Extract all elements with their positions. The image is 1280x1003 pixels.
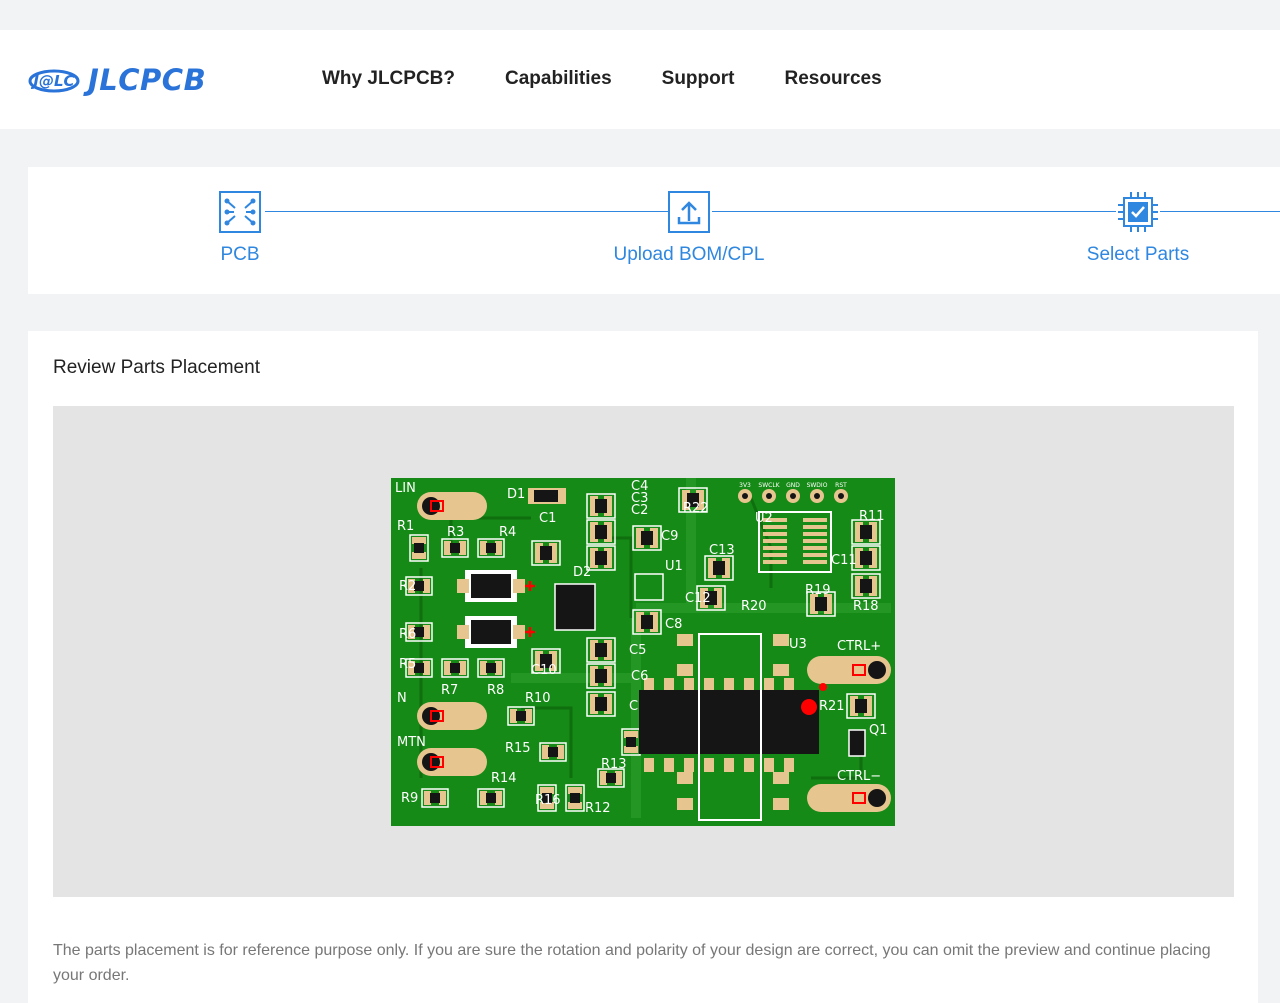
nav-support[interactable]: Support [662, 68, 735, 90]
ref-designator: U2 [755, 511, 773, 526]
ref-designator: C8 [665, 617, 682, 632]
header-label: SWCLK [758, 482, 780, 489]
jlc-badge-icon: J@LC [28, 69, 80, 93]
ref-designator: R4 [499, 525, 516, 540]
ref-designator: R21 [819, 699, 845, 714]
ref-designator: R3 [447, 525, 464, 540]
ref-designator: C13 [709, 543, 735, 558]
step-label-upload: Upload BOM/CPL [613, 244, 765, 265]
header-label: GND [786, 482, 800, 489]
ref-designator: Q1 [869, 723, 888, 738]
ref-designator: R12 [585, 801, 611, 816]
ref-designator: C12 [685, 591, 711, 606]
ref-designator: C6 [631, 669, 648, 684]
ref-designator: CTRL− [837, 769, 881, 784]
ref-designator: R5 [399, 657, 416, 672]
step-pcb[interactable]: PCB [140, 191, 340, 266]
panel-title: Review Parts Placement [53, 357, 260, 378]
step-upload-bom-cpl[interactable]: Upload BOM/CPL [589, 191, 789, 266]
connector-pad [807, 784, 891, 812]
ref-designator: R19 [805, 583, 831, 598]
pcb-icon [219, 191, 261, 233]
ref-designator: R7 [441, 683, 458, 698]
placement-preview[interactable]: LIN D1 C4 C3 C2 R22 U2 R11 R1 R3 R4 C1 C9 C13 C11 R2 D2 U… [53, 406, 1234, 897]
ref-designator: R15 [505, 741, 531, 756]
ref-designator: R6 [399, 627, 416, 642]
ref-designator: U1 [665, 559, 683, 574]
step-select-parts[interactable]: Select Parts [1038, 191, 1238, 266]
diode-d1-body [534, 490, 558, 502]
nav-why-jlcpcb[interactable]: Why JLCPCB? [322, 68, 455, 90]
nav-capabilities[interactable]: Capabilities [505, 68, 612, 90]
review-parts-panel: Review Parts Placement LIN D1 C4 C3 C2 R22 U2 R… [28, 331, 1258, 1003]
ref-designator: R14 [491, 771, 517, 786]
header-label: 3V3 [739, 482, 751, 489]
ref-designator: C9 [661, 529, 678, 544]
ref-designator: R1 [397, 519, 414, 534]
pcb-board-render[interactable]: LIN D1C4C3C2 R22U2 R11R1 R3 R4C1C9C13C11R2D2 U… [391, 478, 895, 826]
ref-designator: U3 [789, 637, 807, 652]
connector-pad [417, 492, 487, 520]
q1 [848, 729, 866, 757]
ref-designator: C10 [531, 663, 557, 678]
top-navigation-bar: J@LC JLCPCB Why JLCPCB? Capabilities Sup… [0, 30, 1280, 129]
header-label: SWDIO [807, 482, 828, 489]
upload-icon [668, 191, 710, 233]
ref-designator: R16 [535, 793, 561, 808]
ref-designator: R2 [399, 579, 416, 594]
ref-designator: N [397, 691, 407, 706]
ref-designator: C5 [629, 643, 646, 658]
sot-d2 [554, 583, 596, 631]
pin1-marker [801, 699, 817, 715]
logo-text: JLCPCB [88, 63, 207, 97]
ref-designator: C11 [831, 553, 857, 568]
ref-designator: LIN [395, 481, 416, 496]
ref-designator: MTN [397, 735, 426, 750]
ref-designator: C2 [631, 503, 648, 518]
connector-pad [807, 656, 891, 684]
polarity-marker [819, 683, 827, 691]
main-nav: Why JLCPCB? Capabilities Support Resourc… [322, 68, 882, 90]
step-label-pcb: PCB [220, 244, 260, 265]
ref-designator: R20 [741, 599, 767, 614]
chip-check-icon [1117, 191, 1159, 233]
placement-disclaimer: The parts placement is for reference pur… [53, 942, 1211, 984]
ref-designator: D2 [573, 565, 591, 580]
header-label: RST [835, 482, 847, 489]
order-steps: PCB Upload BOM/CPL Select Parts [28, 167, 1280, 294]
jlcpcb-logo[interactable]: J@LC JLCPCB [28, 57, 206, 103]
ref-designator: D1 [507, 487, 525, 502]
ref-designator: CTRL+ [837, 639, 881, 654]
u3-body [639, 690, 819, 754]
ref-designator: R9 [401, 791, 418, 806]
ref-designator: R11 [859, 509, 885, 524]
svg-text:J@LC: J@LC [30, 72, 74, 90]
connector-pad [417, 748, 487, 776]
ref-designator: C1 [539, 511, 556, 526]
ref-designator: R10 [525, 691, 551, 706]
connector-pad [417, 702, 487, 730]
ref-designator: R8 [487, 683, 504, 698]
ref-designator: R18 [853, 599, 879, 614]
step-label-select-parts: Select Parts [1086, 244, 1190, 265]
ref-designator: C [629, 699, 638, 714]
ref-designator: R22 [683, 501, 709, 516]
nav-resources[interactable]: Resources [784, 68, 881, 90]
ref-designator: R13 [601, 757, 627, 772]
